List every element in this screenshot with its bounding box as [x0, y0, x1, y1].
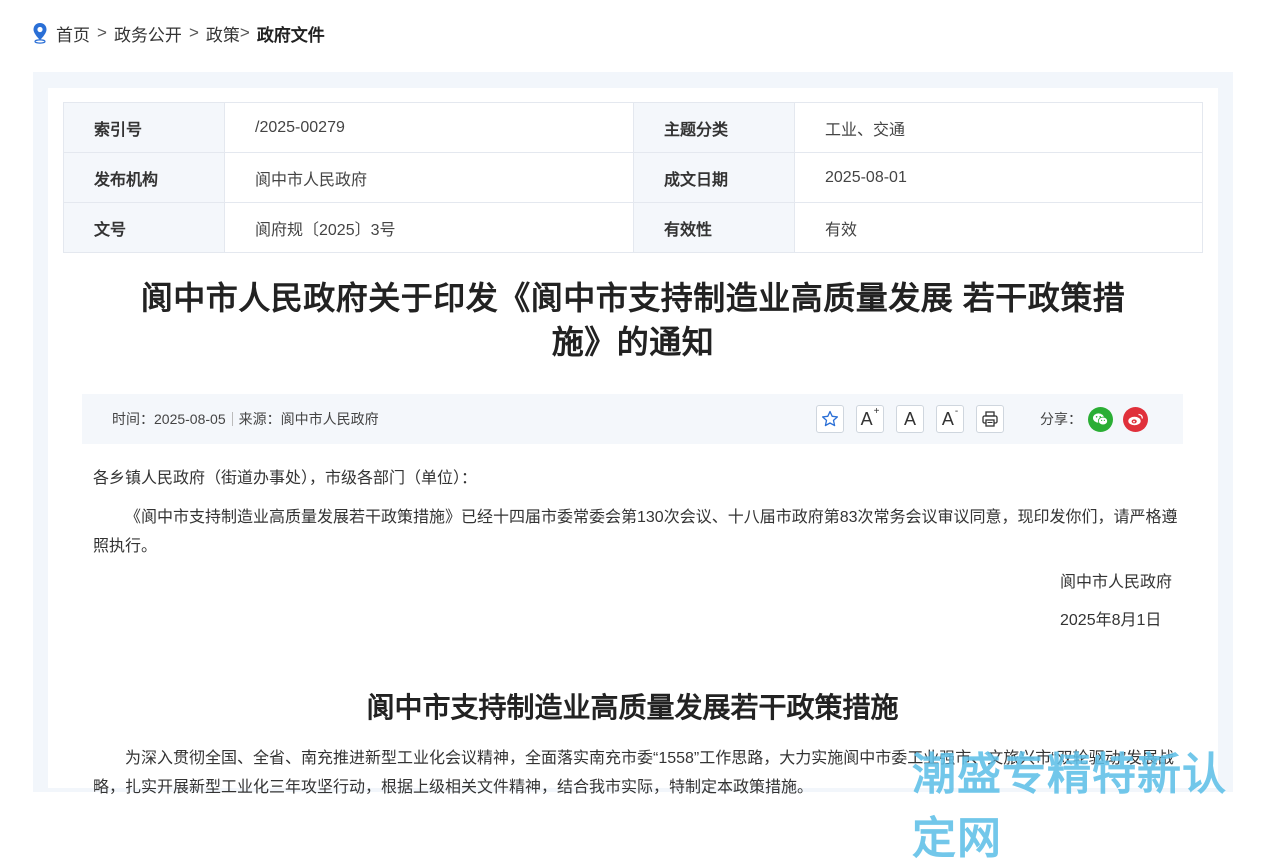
breadcrumb-separator: >	[239, 23, 250, 42]
location-pin-icon	[33, 23, 47, 44]
breadcrumb-separator: >	[97, 23, 107, 42]
docno-value: 阆府规〔2025〕3号	[224, 202, 634, 253]
print-button[interactable]	[976, 405, 1004, 433]
page-title-line2: 施》的通知	[551, 324, 715, 360]
share-label: 分享：	[1040, 411, 1082, 427]
page-title-line1: 阆中市人民政府关于印发《阆中市支持制造业高质量发展 若干政策措	[140, 280, 1126, 316]
body-paragraph: 《阆中市支持制造业高质量发展若干政策措施》已经十四届市委常委会第130次会议、十…	[93, 509, 1178, 555]
weibo-icon	[1128, 413, 1143, 426]
font-decrease-button[interactable]: A-	[936, 405, 964, 433]
publish-source: 来源：阆中市人民政府	[238, 411, 379, 427]
font-increase-icon: A+	[860, 405, 880, 429]
page-title: 阆中市人民政府关于印发《阆中市支持制造业高质量发展 若干政策措 施》的通知	[100, 276, 1166, 364]
wechat-icon	[1093, 413, 1108, 426]
font-increase-button[interactable]: A+	[856, 405, 884, 433]
issuer-value: 阆中市人民政府	[224, 152, 634, 203]
star-icon	[821, 410, 839, 427]
font-normal-icon: A	[903, 408, 916, 429]
section-heading: 阆中市支持制造业高质量发展若干政策措施	[366, 692, 899, 723]
watermark: 潮盛专精特新认定网	[912, 749, 1227, 864]
share-wechat-button[interactable]	[1088, 407, 1113, 432]
breadcrumb-policy-link[interactable]: 政策	[206, 21, 240, 46]
greeting: 各乡镇人民政府（街道办事处），市级各部门（单位）：	[93, 470, 478, 487]
article-meta-bar: 时间：2025-08-05 来源：阆中市人民政府 A+ A A- 分享：	[82, 394, 1183, 444]
table-row: 文号 阆府规〔2025〕3号 有效性 有效	[63, 202, 1203, 253]
font-reset-button[interactable]: A	[896, 405, 924, 433]
font-decrease-icon: A-	[941, 405, 959, 429]
publish-info: 时间：2025-08-05 来源：阆中市人民政府	[112, 394, 379, 444]
breadcrumb-public-affairs-link[interactable]: 政务公开	[114, 21, 182, 46]
publish-time: 时间：2025-08-05	[112, 411, 226, 427]
breadcrumb-separator: >	[188, 23, 199, 42]
share-weibo-button[interactable]	[1123, 407, 1148, 432]
topic-label: 主题分类	[633, 102, 795, 153]
table-row: 发布机构 阆中市人民政府 成文日期 2025-08-01	[63, 152, 1203, 203]
index-label: 索引号	[63, 102, 225, 153]
table-row: 索引号 /2025-00279 主题分类 工业、交通	[63, 102, 1203, 153]
index-value: /2025-00279	[224, 102, 634, 153]
document-info-table: 索引号 /2025-00279 主题分类 工业、交通 发布机构 阆中市人民政府 …	[63, 102, 1203, 253]
topic-value: 工业、交通	[794, 102, 1203, 153]
breadcrumb-home-link[interactable]: 首页	[56, 21, 90, 46]
favorite-button[interactable]	[816, 405, 844, 433]
breadcrumb-current: 政府文件	[256, 25, 325, 45]
breadcrumb: 首页 > 政务公开 > 政策 > 政府文件	[32, 20, 325, 46]
date-label: 成文日期	[633, 152, 795, 203]
docno-label: 文号	[63, 202, 225, 253]
divider	[231, 412, 233, 426]
validity-value: 有效	[794, 202, 1203, 253]
issuer-label: 发布机构	[63, 152, 225, 203]
validity-label: 有效性	[633, 202, 795, 253]
date-value: 2025-08-01	[794, 152, 1203, 203]
signer: 阆中市人民政府	[1060, 574, 1173, 591]
printer-icon	[982, 411, 998, 427]
sign-date: 2025年8月1日	[1060, 612, 1162, 629]
